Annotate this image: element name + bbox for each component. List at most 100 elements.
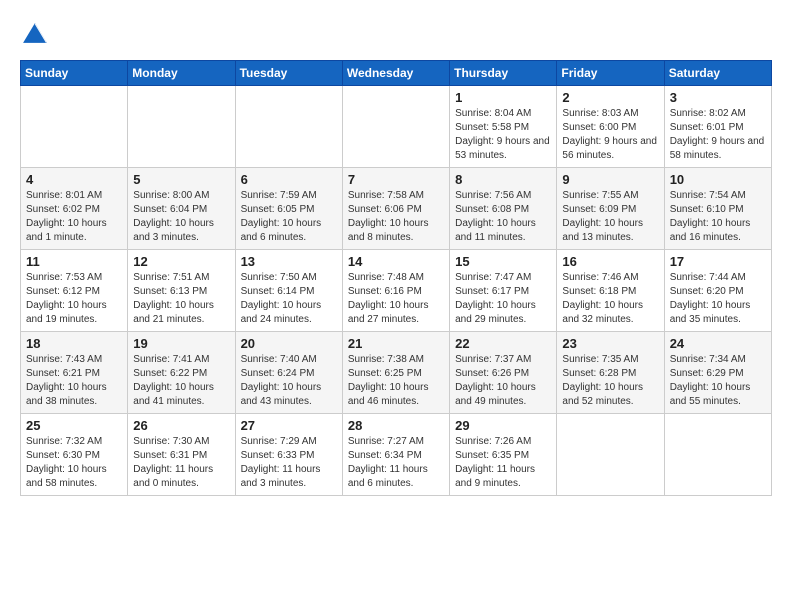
- day-number: 17: [670, 254, 766, 269]
- day-info: Sunrise: 7:54 AMSunset: 6:10 PMDaylight:…: [670, 189, 766, 245]
- day-number: 26: [133, 418, 229, 433]
- day-number: 27: [241, 418, 337, 433]
- calendar-cell: 24 Sunrise: 7:34 AMSunset: 6:29 PMDaylig…: [664, 332, 771, 414]
- day-info: Sunrise: 7:38 AMSunset: 6:25 PMDaylight:…: [348, 353, 444, 409]
- calendar-week-row: 18 Sunrise: 7:43 AMSunset: 6:21 PMDaylig…: [21, 332, 772, 414]
- day-number: 3: [670, 90, 766, 105]
- calendar-cell: 6 Sunrise: 7:59 AMSunset: 6:05 PMDayligh…: [235, 168, 342, 250]
- day-info: Sunrise: 7:35 AMSunset: 6:28 PMDaylight:…: [562, 353, 658, 409]
- day-number: 23: [562, 336, 658, 351]
- day-number: 15: [455, 254, 551, 269]
- day-number: 5: [133, 172, 229, 187]
- calendar-cell: 13 Sunrise: 7:50 AMSunset: 6:14 PMDaylig…: [235, 250, 342, 332]
- day-number: 6: [241, 172, 337, 187]
- day-number: 2: [562, 90, 658, 105]
- day-header-tuesday: Tuesday: [235, 61, 342, 86]
- day-info: Sunrise: 8:02 AMSunset: 6:01 PMDaylight:…: [670, 107, 766, 163]
- calendar-cell: 5 Sunrise: 8:00 AMSunset: 6:04 PMDayligh…: [128, 168, 235, 250]
- day-header-saturday: Saturday: [664, 61, 771, 86]
- calendar-week-row: 25 Sunrise: 7:32 AMSunset: 6:30 PMDaylig…: [21, 414, 772, 496]
- calendar-week-row: 11 Sunrise: 7:53 AMSunset: 6:12 PMDaylig…: [21, 250, 772, 332]
- calendar-cell: [235, 86, 342, 168]
- day-number: 19: [133, 336, 229, 351]
- day-info: Sunrise: 7:27 AMSunset: 6:34 PMDaylight:…: [348, 435, 444, 491]
- day-number: 21: [348, 336, 444, 351]
- calendar-cell: 20 Sunrise: 7:40 AMSunset: 6:24 PMDaylig…: [235, 332, 342, 414]
- day-number: 28: [348, 418, 444, 433]
- day-number: 11: [26, 254, 122, 269]
- day-number: 24: [670, 336, 766, 351]
- day-number: 10: [670, 172, 766, 187]
- calendar-week-row: 1 Sunrise: 8:04 AMSunset: 5:58 PMDayligh…: [21, 86, 772, 168]
- day-info: Sunrise: 7:53 AMSunset: 6:12 PMDaylight:…: [26, 271, 122, 327]
- day-info: Sunrise: 7:58 AMSunset: 6:06 PMDaylight:…: [348, 189, 444, 245]
- day-info: Sunrise: 8:04 AMSunset: 5:58 PMDaylight:…: [455, 107, 551, 163]
- calendar-cell: 21 Sunrise: 7:38 AMSunset: 6:25 PMDaylig…: [342, 332, 449, 414]
- day-header-friday: Friday: [557, 61, 664, 86]
- day-info: Sunrise: 7:26 AMSunset: 6:35 PMDaylight:…: [455, 435, 551, 491]
- calendar-cell: [664, 414, 771, 496]
- day-number: 16: [562, 254, 658, 269]
- calendar-cell: 14 Sunrise: 7:48 AMSunset: 6:16 PMDaylig…: [342, 250, 449, 332]
- day-info: Sunrise: 7:44 AMSunset: 6:20 PMDaylight:…: [670, 271, 766, 327]
- day-number: 1: [455, 90, 551, 105]
- day-info: Sunrise: 7:30 AMSunset: 6:31 PMDaylight:…: [133, 435, 229, 491]
- day-info: Sunrise: 7:40 AMSunset: 6:24 PMDaylight:…: [241, 353, 337, 409]
- day-info: Sunrise: 7:43 AMSunset: 6:21 PMDaylight:…: [26, 353, 122, 409]
- day-header-sunday: Sunday: [21, 61, 128, 86]
- day-info: Sunrise: 7:47 AMSunset: 6:17 PMDaylight:…: [455, 271, 551, 327]
- day-number: 4: [26, 172, 122, 187]
- calendar-cell: 27 Sunrise: 7:29 AMSunset: 6:33 PMDaylig…: [235, 414, 342, 496]
- day-info: Sunrise: 7:56 AMSunset: 6:08 PMDaylight:…: [455, 189, 551, 245]
- day-number: 18: [26, 336, 122, 351]
- day-info: Sunrise: 7:55 AMSunset: 6:09 PMDaylight:…: [562, 189, 658, 245]
- day-number: 12: [133, 254, 229, 269]
- day-info: Sunrise: 7:34 AMSunset: 6:29 PMDaylight:…: [670, 353, 766, 409]
- day-info: Sunrise: 7:32 AMSunset: 6:30 PMDaylight:…: [26, 435, 122, 491]
- calendar-cell: 11 Sunrise: 7:53 AMSunset: 6:12 PMDaylig…: [21, 250, 128, 332]
- calendar-cell: 3 Sunrise: 8:02 AMSunset: 6:01 PMDayligh…: [664, 86, 771, 168]
- calendar-cell: 17 Sunrise: 7:44 AMSunset: 6:20 PMDaylig…: [664, 250, 771, 332]
- day-header-thursday: Thursday: [450, 61, 557, 86]
- page-header: [20, 20, 772, 50]
- calendar-cell: 23 Sunrise: 7:35 AMSunset: 6:28 PMDaylig…: [557, 332, 664, 414]
- day-info: Sunrise: 7:59 AMSunset: 6:05 PMDaylight:…: [241, 189, 337, 245]
- day-info: Sunrise: 7:37 AMSunset: 6:26 PMDaylight:…: [455, 353, 551, 409]
- calendar-week-row: 4 Sunrise: 8:01 AMSunset: 6:02 PMDayligh…: [21, 168, 772, 250]
- day-info: Sunrise: 8:01 AMSunset: 6:02 PMDaylight:…: [26, 189, 122, 245]
- logo: [20, 20, 54, 50]
- calendar-cell: 9 Sunrise: 7:55 AMSunset: 6:09 PMDayligh…: [557, 168, 664, 250]
- day-number: 9: [562, 172, 658, 187]
- calendar-cell: 19 Sunrise: 7:41 AMSunset: 6:22 PMDaylig…: [128, 332, 235, 414]
- calendar-cell: 26 Sunrise: 7:30 AMSunset: 6:31 PMDaylig…: [128, 414, 235, 496]
- day-number: 14: [348, 254, 444, 269]
- day-info: Sunrise: 8:03 AMSunset: 6:00 PMDaylight:…: [562, 107, 658, 163]
- day-header-wednesday: Wednesday: [342, 61, 449, 86]
- calendar-cell: 8 Sunrise: 7:56 AMSunset: 6:08 PMDayligh…: [450, 168, 557, 250]
- day-number: 13: [241, 254, 337, 269]
- day-number: 25: [26, 418, 122, 433]
- calendar-cell: [342, 86, 449, 168]
- calendar-cell: 2 Sunrise: 8:03 AMSunset: 6:00 PMDayligh…: [557, 86, 664, 168]
- day-number: 20: [241, 336, 337, 351]
- calendar-cell: 22 Sunrise: 7:37 AMSunset: 6:26 PMDaylig…: [450, 332, 557, 414]
- calendar-cell: 25 Sunrise: 7:32 AMSunset: 6:30 PMDaylig…: [21, 414, 128, 496]
- calendar-cell: 12 Sunrise: 7:51 AMSunset: 6:13 PMDaylig…: [128, 250, 235, 332]
- day-header-monday: Monday: [128, 61, 235, 86]
- calendar-cell: 10 Sunrise: 7:54 AMSunset: 6:10 PMDaylig…: [664, 168, 771, 250]
- calendar-cell: [557, 414, 664, 496]
- calendar-cell: 16 Sunrise: 7:46 AMSunset: 6:18 PMDaylig…: [557, 250, 664, 332]
- day-number: 7: [348, 172, 444, 187]
- calendar-cell: 28 Sunrise: 7:27 AMSunset: 6:34 PMDaylig…: [342, 414, 449, 496]
- day-info: Sunrise: 7:29 AMSunset: 6:33 PMDaylight:…: [241, 435, 337, 491]
- day-number: 22: [455, 336, 551, 351]
- day-info: Sunrise: 7:50 AMSunset: 6:14 PMDaylight:…: [241, 271, 337, 327]
- calendar-cell: 4 Sunrise: 8:01 AMSunset: 6:02 PMDayligh…: [21, 168, 128, 250]
- calendar-cell: 29 Sunrise: 7:26 AMSunset: 6:35 PMDaylig…: [450, 414, 557, 496]
- day-info: Sunrise: 7:46 AMSunset: 6:18 PMDaylight:…: [562, 271, 658, 327]
- day-number: 8: [455, 172, 551, 187]
- logo-icon: [20, 20, 50, 50]
- day-info: Sunrise: 7:51 AMSunset: 6:13 PMDaylight:…: [133, 271, 229, 327]
- calendar-cell: 1 Sunrise: 8:04 AMSunset: 5:58 PMDayligh…: [450, 86, 557, 168]
- day-info: Sunrise: 7:48 AMSunset: 6:16 PMDaylight:…: [348, 271, 444, 327]
